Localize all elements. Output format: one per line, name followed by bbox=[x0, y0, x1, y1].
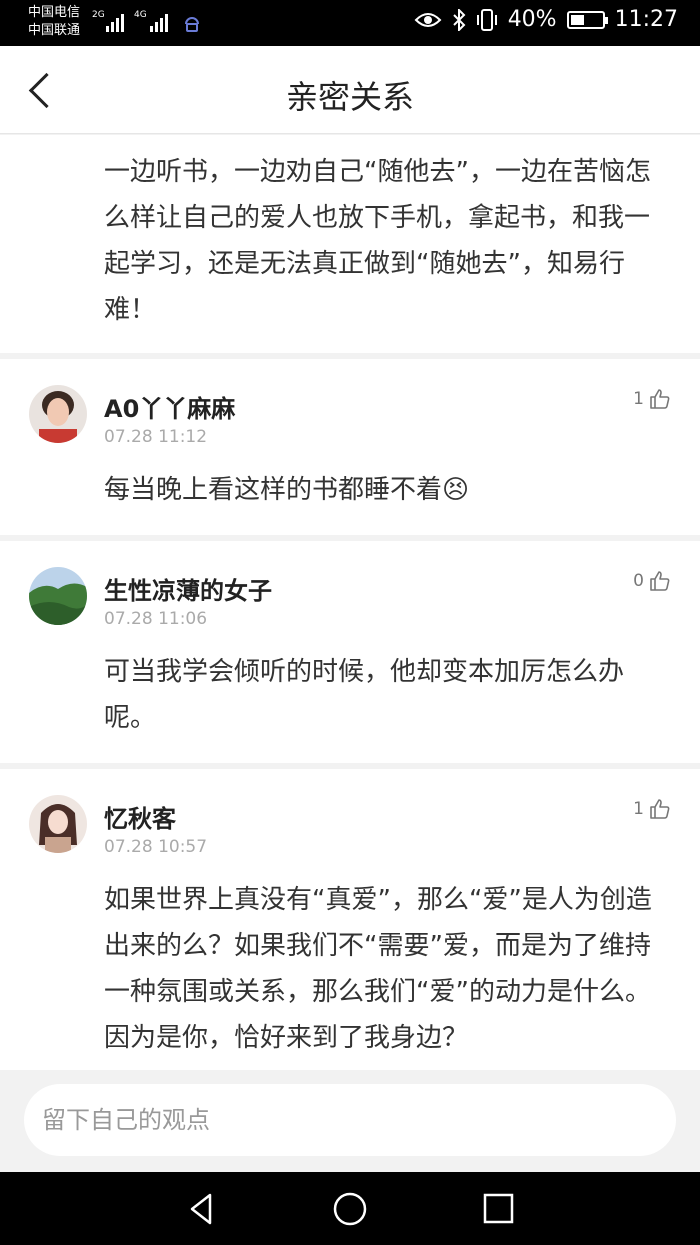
thumbs-up-icon bbox=[650, 799, 670, 819]
timestamp: 07.28 10:57 bbox=[104, 837, 208, 857]
green-landscape-icon bbox=[29, 567, 87, 625]
nav-recents-button[interactable] bbox=[478, 1190, 518, 1228]
app-header: 亲密关系 bbox=[0, 46, 700, 134]
like-button[interactable]: 1 bbox=[633, 387, 672, 411]
like-count: 1 bbox=[633, 389, 644, 409]
comment-input[interactable] bbox=[24, 1084, 676, 1156]
list-item: 生性凉薄的女子 07.28 11:06 0 可当我学会倾听的时候，他却变本加厉怎… bbox=[0, 541, 700, 763]
like-count: 0 bbox=[633, 571, 644, 591]
battery-icon bbox=[566, 10, 608, 29]
thumbs-up-icon bbox=[650, 571, 670, 591]
like-button[interactable]: 1 bbox=[633, 797, 672, 821]
list-item: 一边听书，一边劝自己“随他去”，一边在苦恼怎么样让自己的爱人也放下手机，拿起书，… bbox=[0, 135, 700, 353]
avatar[interactable] bbox=[29, 385, 87, 443]
system-nav-bar bbox=[0, 1172, 700, 1245]
bluetooth-icon bbox=[452, 8, 466, 31]
carrier-info: 中国电信 中国联通 bbox=[28, 4, 80, 40]
avatar[interactable] bbox=[29, 567, 87, 625]
signal-bars-2-icon bbox=[150, 12, 168, 32]
status-right: 40% 11:27 bbox=[414, 7, 678, 32]
comment-list[interactable]: 一边听书，一边劝自己“随他去”，一边在苦恼怎么样让自己的爱人也放下手机，拿起书，… bbox=[0, 135, 700, 1070]
home-circle-icon bbox=[333, 1192, 367, 1226]
status-bar: 中国电信 中国联通 2G 4G 40% 11:27 bbox=[0, 0, 700, 46]
nav-home-button[interactable] bbox=[330, 1190, 370, 1228]
battery-percent: 40% bbox=[507, 7, 557, 32]
username[interactable]: 生性凉薄的女子 bbox=[104, 571, 272, 606]
thumbs-up-icon bbox=[650, 389, 670, 409]
eye-comfort-icon bbox=[414, 12, 442, 27]
network-type-2: 4G bbox=[134, 10, 147, 20]
list-item: 忆秋客 07.28 10:57 1 如果世界上真没有“真爱”，那么“爱”是人为创… bbox=[0, 769, 700, 1070]
signal-bars-1-icon bbox=[106, 12, 124, 32]
recents-square-icon bbox=[483, 1193, 514, 1224]
avatar[interactable] bbox=[29, 795, 87, 853]
vibrate-icon bbox=[476, 8, 497, 31]
nav-back-button[interactable] bbox=[182, 1190, 222, 1228]
carrier-2: 中国联通 bbox=[28, 23, 81, 38]
woman-portrait-icon bbox=[29, 385, 87, 443]
timestamp: 07.28 11:06 bbox=[104, 609, 208, 629]
timestamp: 07.28 11:12 bbox=[104, 427, 208, 447]
network-type-1: 2G bbox=[92, 10, 105, 20]
clock: 11:27 bbox=[614, 7, 678, 32]
illustrated-girl-icon bbox=[29, 795, 87, 853]
list-item: A0丫丫麻麻 07.28 11:12 1 每当晚上看这样的书都睡不着😣 bbox=[0, 359, 700, 535]
like-count: 1 bbox=[633, 799, 644, 819]
data-sync-icon bbox=[185, 17, 199, 32]
comment-input-bar bbox=[0, 1070, 700, 1172]
comment-text: 一边听书，一边劝自己“随他去”，一边在苦恼怎么样让自己的爱人也放下手机，拿起书，… bbox=[104, 157, 651, 325]
carrier-1: 中国电信 bbox=[28, 5, 81, 20]
like-button[interactable]: 0 bbox=[633, 569, 672, 593]
page-title: 亲密关系 bbox=[285, 78, 414, 116]
back-triangle-icon bbox=[190, 1193, 212, 1225]
username[interactable]: A0丫丫麻麻 bbox=[104, 389, 235, 424]
username[interactable]: 忆秋客 bbox=[104, 799, 176, 834]
